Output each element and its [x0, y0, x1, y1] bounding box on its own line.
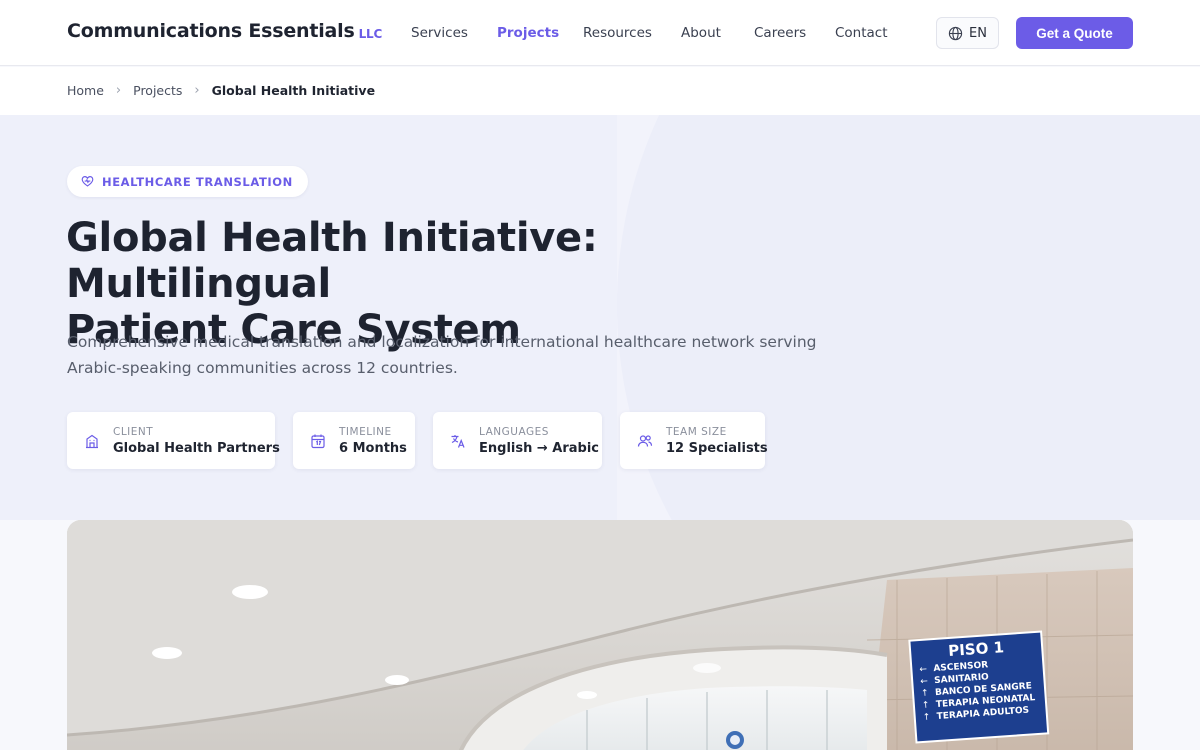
heart-icon [81, 176, 94, 187]
stat-value: 6 Months [339, 440, 407, 456]
svg-text:↑: ↑ [922, 701, 930, 712]
breadcrumb: Home › Projects › Global Health Initiati… [67, 83, 375, 98]
chevron-right-icon: › [115, 83, 122, 98]
breadcrumb-current: Global Health Initiative [211, 83, 376, 98]
site-header: Communications Essentials LLC Services Pr… [0, 0, 1200, 66]
svg-text:←: ← [920, 677, 929, 688]
brand-name: Communications Essentials [67, 20, 355, 42]
svg-text:↑: ↑ [921, 689, 929, 700]
svg-text:←: ← [919, 665, 928, 676]
globe-icon [948, 26, 963, 40]
stat-card-team-size: TEAM SIZE 12 Specialists [620, 412, 768, 469]
chevron-right-icon: › [194, 83, 200, 98]
subtitle-line-2: Arabic-speaking communities across 12 co… [67, 359, 458, 377]
hospital-corridor-illustration: PISO 1 ASCENSOR SANITARIO BANCO DE SANGR… [67, 520, 1133, 750]
stat-label: CLIENT [113, 425, 154, 438]
nav-about[interactable]: About [681, 25, 721, 41]
breadcrumb-bar: Home › Projects › Global Health Initiati… [0, 67, 1200, 115]
building-icon [86, 434, 98, 448]
project-feature-image: PISO 1 ASCENSOR SANITARIO BANCO DE SANGR… [67, 520, 1133, 750]
language-label: EN [969, 25, 987, 41]
stat-card-client: CLIENT Global Health Partners [67, 412, 280, 469]
nav-contact[interactable]: Contact [835, 25, 888, 41]
stat-value: Global Health Partners [113, 440, 280, 456]
breadcrumb-home[interactable]: Home [67, 83, 104, 98]
nav-services[interactable]: Services [411, 25, 468, 41]
translate-icon [451, 434, 465, 448]
brand-suffix: LLC [358, 27, 383, 41]
stat-card-languages: LANGUAGES English → Arabic [433, 412, 602, 469]
category-tag-label: HEALTHCARE TRANSLATION [102, 174, 293, 189]
language-selector[interactable]: EN [936, 17, 999, 49]
subtitle-line-1: Comprehensive medical translation and lo… [67, 333, 817, 351]
breadcrumb-projects[interactable]: Projects [133, 83, 182, 98]
hero-section: HEALTHCARE TRANSLATION Global Health Ini… [0, 115, 1200, 520]
stat-value: 12 Specialists [666, 440, 768, 456]
stat-label: TEAM SIZE [666, 425, 727, 438]
stat-label: TIMELINE [339, 425, 392, 438]
calendar-icon [311, 434, 325, 448]
stat-label: LANGUAGES [479, 425, 549, 438]
category-tag: HEALTHCARE TRANSLATION [67, 166, 308, 197]
get-quote-button[interactable]: Get a Quote [1016, 17, 1133, 49]
nav-resources[interactable]: Resources [583, 25, 652, 41]
page-title-line-1: Global Health Initiative: Multilingual [66, 215, 598, 307]
stat-card-timeline: TIMELINE 6 Months [293, 412, 415, 469]
page-subtitle: Comprehensive medical translation and lo… [67, 329, 827, 381]
users-icon [637, 434, 653, 447]
nav-careers[interactable]: Careers [754, 25, 806, 41]
stat-value: English → Arabic [479, 440, 600, 456]
brand-logo[interactable]: Communications Essentials LLC [67, 20, 382, 42]
nav-projects[interactable]: Projects [497, 25, 559, 41]
svg-text:↑: ↑ [922, 712, 930, 723]
